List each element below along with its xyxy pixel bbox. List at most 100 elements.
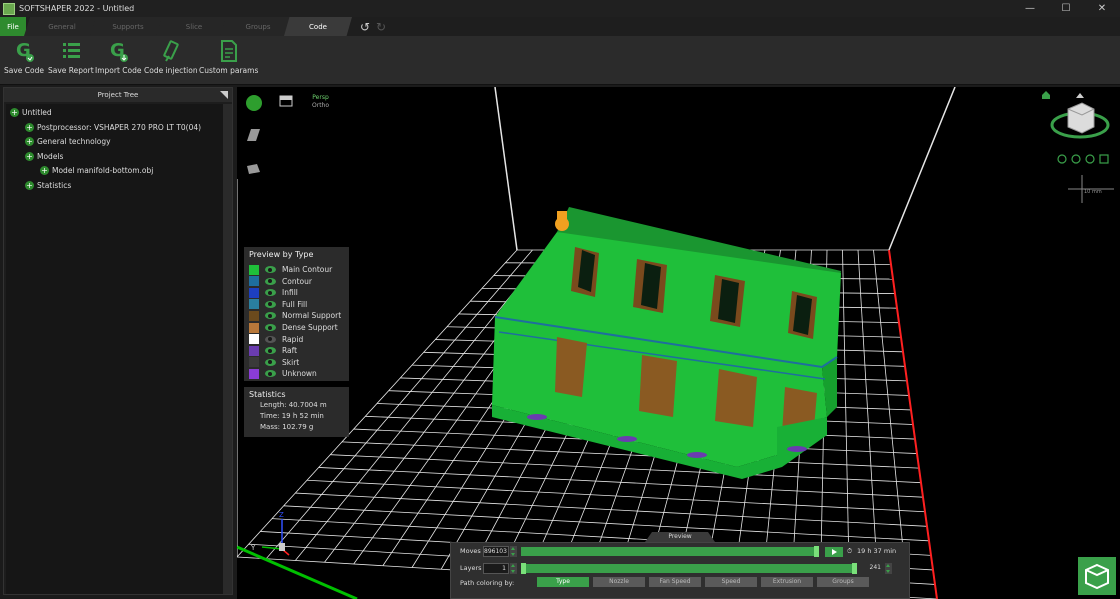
raft-region [617,436,637,442]
layers-slider[interactable] [521,563,857,574]
stat-mass: Mass: 102.79 g [260,423,314,431]
import-code-label: Import Code [95,66,142,75]
close-button[interactable]: ✕ [1084,0,1120,17]
expand-icon[interactable]: + [25,152,34,161]
coloring-option-button[interactable]: Speed [705,577,757,587]
view-cube-icon[interactable] [1067,102,1095,134]
maximize-button[interactable]: ☐ [1048,0,1084,17]
app-logo-icon [3,2,15,15]
code-injection-button[interactable]: Code injection [144,39,198,75]
expand-icon[interactable]: + [25,181,34,190]
zoom-in-icon[interactable] [1071,154,1081,164]
zoom-out-icon[interactable] [1085,154,1095,164]
legend-label: Raft [282,346,298,356]
moves-input[interactable]: 896103 [483,546,509,557]
coloring-option-button[interactable]: Nozzle [593,577,645,587]
import-code-button[interactable]: G Import Code [95,39,141,75]
svg-text:Y: Y [250,544,256,552]
layers-from-input[interactable]: 1 [483,563,509,574]
view-side-icon[interactable] [245,127,261,143]
scene-canvas[interactable]: Z Y [237,87,1120,599]
coloring-option-button[interactable]: Type [537,577,589,587]
save-code-label: Save Code [4,66,44,75]
project-tree-title: Project Tree [97,91,139,99]
visibility-eye-icon[interactable] [265,289,276,297]
legend-label: Infill [282,288,298,298]
view-top-icon[interactable] [245,162,261,176]
view-box-icon[interactable] [279,95,293,107]
projection-toggle[interactable]: Persp Ortho [312,94,329,110]
gcode-save-icon: G [16,40,34,62]
tree-scrollbar[interactable] [223,104,232,594]
tree-node-model-file[interactable]: + Model manifold-bottom.obj [40,166,153,175]
visibility-eye-icon[interactable] [265,277,276,285]
home-icon[interactable] [1042,91,1050,99]
custom-params-button[interactable]: Custom params [199,39,258,75]
layers-to-input[interactable]: 241 [861,563,883,574]
expand-icon[interactable]: + [40,166,49,175]
save-report-label: Save Report [48,66,94,75]
visibility-eye-icon[interactable] [265,347,276,355]
expand-icon[interactable]: + [25,137,34,146]
layers-slider-handle-high[interactable] [852,563,857,574]
tab-slice[interactable]: Slice [156,17,232,36]
moves-slider-fill [521,547,819,556]
visibility-eye-icon[interactable] [265,266,276,273]
view-cube-gizmo[interactable]: 10 mm [1036,87,1116,207]
visibility-eye-icon[interactable] [265,358,276,366]
coloring-option-button[interactable]: Groups [817,577,869,587]
preview-time: 19 h 37 min [857,547,897,555]
layers-to-stepper[interactable] [885,563,892,574]
tree-node-models[interactable]: + Models [25,152,63,161]
legend-swatch [249,368,259,379]
legend-label: Normal Support [282,311,342,321]
moves-stepper[interactable] [510,546,517,557]
tree-node-label: General technology [37,137,111,146]
play-button[interactable] [825,547,843,557]
expand-icon[interactable]: + [25,123,34,132]
3d-viewport[interactable]: Z Y Persp Ortho Preview by Type Main Con… [237,87,1120,599]
statistics-panel: Statistics Length: 40.7004 m Time: 19 h … [244,387,349,437]
visibility-eye-icon[interactable] [265,312,276,320]
rotate-up-arrow-icon[interactable] [1076,93,1084,98]
layers-slider-handle-low[interactable] [521,563,526,574]
layers-from-stepper[interactable] [510,563,517,574]
redo-icon[interactable]: ↻ [376,20,386,34]
model-manifold[interactable] [492,207,841,479]
visibility-eye-icon[interactable] [265,370,276,378]
tab-supports[interactable]: Supports [90,17,166,36]
gcode-import-icon: G [110,40,129,62]
dense-support-region [555,337,587,397]
tree-node-postprocessor[interactable]: + Postprocessor: VSHAPER 270 PRO LT T0(0… [25,123,201,132]
zoom-fit-icon[interactable] [1057,154,1067,164]
tab-general[interactable]: General [24,17,100,36]
moves-slider[interactable] [521,546,819,557]
3d-view-toggle-button[interactable] [1078,557,1116,595]
coloring-option-button[interactable]: Fan Speed [649,577,701,587]
coloring-option-button[interactable]: Extrusion [761,577,813,587]
preview-tab[interactable]: Preview [645,532,715,542]
view-sphere-icon[interactable] [245,94,263,112]
fullscreen-icon[interactable] [1099,154,1109,164]
tab-file[interactable]: File [0,17,26,36]
save-code-button[interactable]: G Save Code [4,39,44,75]
legend-label: Unknown [282,369,317,379]
window-controls: — ☐ ✕ [1012,0,1120,17]
moves-slider-handle[interactable] [814,546,819,557]
ribbon-tabs: File General Supports Slice Groups Code [0,17,1120,36]
tree-node-untitled[interactable]: + Untitled [10,108,52,117]
legend-swatch [249,357,259,368]
tree-node-statistics[interactable]: + Statistics [25,181,71,190]
tab-code[interactable]: Code [284,17,352,36]
minimize-button[interactable]: — [1012,0,1048,17]
save-report-button[interactable]: Save Report [48,39,94,75]
visibility-eye-icon[interactable] [265,324,276,331]
expand-icon[interactable]: + [10,108,19,117]
visibility-eye-icon[interactable] [265,300,276,308]
visibility-eye-icon[interactable] [265,335,276,343]
preview-panel: Preview Moves 896103 ⏱ 19 h 37 min Layer… [450,532,910,599]
tree-node-general-technology[interactable]: + General technology [25,137,111,146]
panel-collapse-icon[interactable] [220,91,228,99]
undo-icon[interactable]: ↺ [360,20,370,34]
tab-groups[interactable]: Groups [220,17,296,36]
